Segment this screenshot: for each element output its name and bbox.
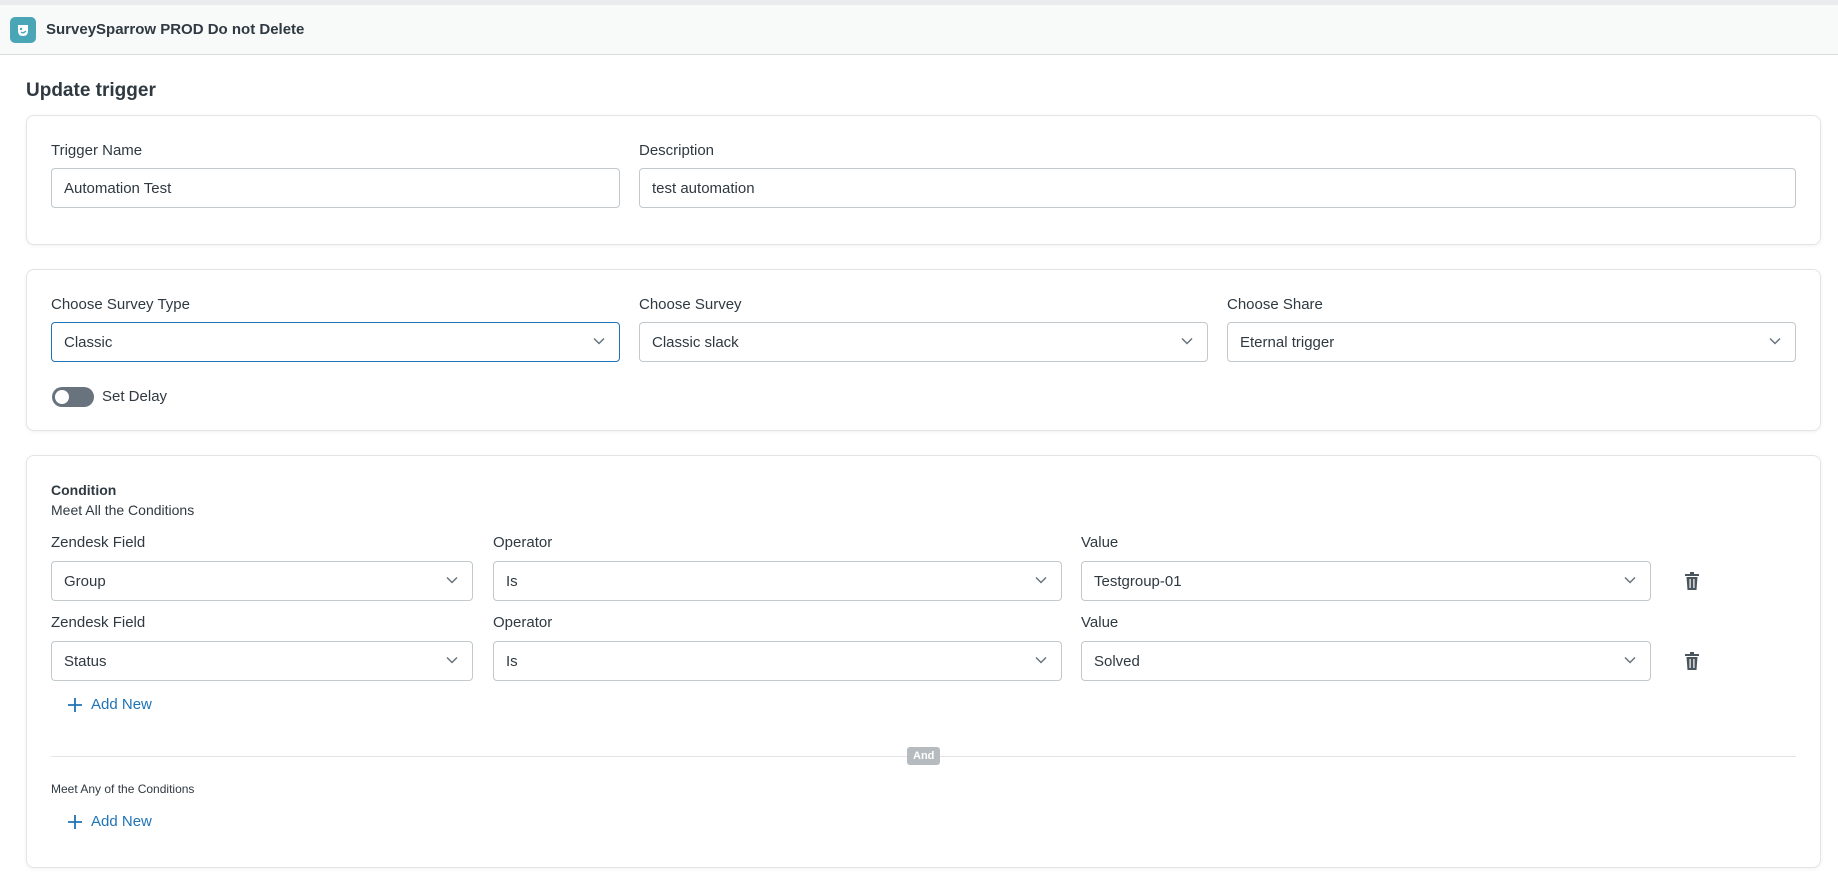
set-delay-label: Set Delay (102, 388, 168, 405)
plus-icon (68, 697, 82, 712)
description-value: test automation (652, 179, 755, 197)
zendesk-field-select[interactable]: Group (51, 561, 473, 601)
value-value: Solved (1094, 652, 1140, 670)
trash-icon[interactable] (1684, 652, 1700, 670)
value-label: Value (1081, 614, 1119, 631)
condition-card: Condition Meet All the Conditions Zendes… (26, 455, 1821, 868)
chevron-down-icon (1624, 576, 1636, 584)
survey-select[interactable]: Classic slack (639, 322, 1208, 362)
operator-select[interactable]: Is (493, 641, 1062, 681)
chevron-down-icon (446, 656, 458, 664)
operator-value: Is (506, 572, 518, 590)
set-delay-toggle[interactable] (52, 387, 94, 407)
value-select[interactable]: Testgroup-01 (1081, 561, 1651, 601)
value-label: Value (1081, 534, 1119, 551)
plus-icon (68, 814, 82, 829)
trigger-details-card: Trigger Name Automation Test Description… (26, 115, 1821, 245)
add-new-label: Add New (91, 696, 152, 713)
meet-any-label: Meet Any of the Conditions (51, 782, 195, 796)
zendesk-field-select[interactable]: Status (51, 641, 473, 681)
zendesk-field-label: Zendesk Field (51, 534, 146, 551)
trigger-name-value: Automation Test (64, 179, 172, 197)
survey-type-label: Choose Survey Type (51, 296, 190, 313)
app-logo-icon (10, 16, 36, 43)
toggle-knob (55, 390, 69, 404)
description-input[interactable]: test automation (639, 168, 1796, 208)
trash-icon[interactable] (1684, 572, 1700, 590)
add-new-all-button[interactable]: Add New (67, 696, 152, 713)
operator-select[interactable]: Is (493, 561, 1062, 601)
survey-value: Classic slack (652, 333, 739, 351)
share-select[interactable]: Eternal trigger (1227, 322, 1796, 362)
meet-all-label: Meet All the Conditions (51, 502, 195, 518)
value-value: Testgroup-01 (1094, 572, 1182, 590)
share-label: Choose Share (1227, 296, 1323, 313)
app-title: SurveySparrow PROD Do not Delete (46, 21, 305, 38)
survey-type-select[interactable]: Classic (51, 322, 620, 362)
chevron-down-icon (1181, 337, 1193, 345)
trigger-name-input[interactable]: Automation Test (51, 168, 620, 208)
operator-label: Operator (493, 614, 553, 631)
zendesk-field-value: Group (64, 572, 106, 590)
top-bar: SurveySparrow PROD Do not Delete (0, 0, 1838, 55)
operator-value: Is (506, 652, 518, 670)
operator-label: Operator (493, 534, 553, 551)
condition-title: Condition (51, 482, 117, 498)
trigger-name-label: Trigger Name (51, 142, 143, 159)
and-badge: And (907, 747, 941, 765)
chevron-down-icon (1624, 656, 1636, 664)
survey-selection-card: Choose Survey Type Classic Choose Survey… (26, 269, 1821, 431)
survey-label: Choose Survey (639, 296, 742, 313)
chevron-down-icon (1035, 656, 1047, 664)
chevron-down-icon (1769, 337, 1781, 345)
share-value: Eternal trigger (1240, 333, 1335, 351)
add-new-label: Add New (91, 813, 152, 830)
value-select[interactable]: Solved (1081, 641, 1651, 681)
chevron-down-icon (593, 337, 605, 345)
zendesk-field-value: Status (64, 652, 107, 670)
zendesk-field-label: Zendesk Field (51, 614, 146, 631)
description-label: Description (639, 142, 715, 159)
chevron-down-icon (446, 576, 458, 584)
chevron-down-icon (1035, 576, 1047, 584)
add-new-any-button[interactable]: Add New (67, 813, 152, 830)
survey-type-value: Classic (64, 333, 113, 351)
page-title: Update trigger (26, 80, 156, 101)
